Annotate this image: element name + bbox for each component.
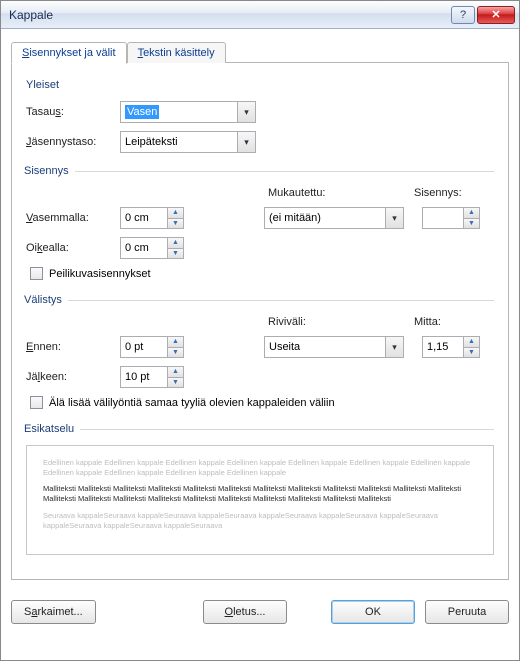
- by-spinner[interactable]: ▲▼: [422, 207, 480, 229]
- group-spacing: Välistys Riviväli: Mitta: Ennen: 0 pt ▲▼…: [26, 294, 494, 411]
- group-preview-label: Esikatselu: [24, 423, 80, 435]
- spin-down-icon[interactable]: ▼: [168, 348, 183, 358]
- after-spinner[interactable]: 10 pt ▲▼: [120, 366, 184, 388]
- mirror-indents-label: Peilikuvasisennykset: [49, 268, 151, 280]
- cancel-button[interactable]: Peruuta: [425, 600, 509, 624]
- outline-value: Leipäteksti: [125, 136, 178, 148]
- spin-up-icon[interactable]: ▲: [168, 208, 183, 219]
- spin-down-icon[interactable]: ▼: [464, 219, 479, 229]
- alignment-value: Vasen: [125, 105, 159, 119]
- at-spinner[interactable]: 1,15 ▲▼: [422, 336, 480, 358]
- mirror-indents-checkbox[interactable]: [30, 267, 43, 280]
- by-label: Sisennys:: [414, 187, 462, 199]
- right-indent-label: Oikealla:: [26, 242, 114, 254]
- at-label: Mitta:: [414, 316, 441, 328]
- outline-dropdown[interactable]: Leipäteksti ▾: [120, 131, 256, 153]
- tabs-button[interactable]: Sarkaimet...: [11, 600, 96, 624]
- alignment-dropdown[interactable]: Vasen ▾: [120, 101, 256, 123]
- group-indent-label: Sisennys: [24, 165, 75, 177]
- group-preview: Esikatselu Edellinen kappale Edellinen k…: [26, 423, 494, 555]
- chevron-down-icon[interactable]: ▾: [237, 102, 255, 122]
- before-spinner[interactable]: 0 pt ▲▼: [120, 336, 184, 358]
- outline-label: Jäsennystaso:: [26, 136, 114, 148]
- spin-down-icon[interactable]: ▼: [464, 348, 479, 358]
- dialog-body: Sisennykset ja välit Tekstin käsittely Y…: [1, 29, 519, 590]
- group-spacing-label: Välistys: [24, 294, 68, 306]
- spin-up-icon[interactable]: ▲: [464, 208, 479, 219]
- preview-box: Edellinen kappale Edellinen kappale Edel…: [26, 445, 494, 555]
- right-indent-spinner[interactable]: 0 cm ▲▼: [120, 237, 184, 259]
- chevron-down-icon[interactable]: ▾: [385, 208, 403, 228]
- spin-down-icon[interactable]: ▼: [168, 219, 183, 229]
- line-spacing-label: Riviväli:: [268, 316, 414, 328]
- window-title: Kappale: [9, 8, 449, 22]
- help-button[interactable]: ?: [451, 6, 475, 24]
- preview-body-text: Malliteksti Malliteksti Malliteksti Mall…: [43, 484, 477, 504]
- default-button[interactable]: Oletus...: [203, 600, 287, 624]
- spin-up-icon[interactable]: ▲: [168, 337, 183, 348]
- after-label: Jälkeen:: [26, 371, 114, 383]
- spin-up-icon[interactable]: ▲: [464, 337, 479, 348]
- tab-page: Yleiset Tasaus: Vasen ▾ Jäsennystaso: Le…: [11, 63, 509, 580]
- no-space-same-style-checkbox[interactable]: [30, 396, 43, 409]
- titlebar: Kappale ? ✕: [1, 1, 519, 29]
- no-space-same-style-label: Älä lisää välilyöntiä samaa tyyliä olevi…: [49, 397, 335, 409]
- preview-next-text: Seuraava kappaleSeuraava kappaleSeuraava…: [43, 511, 477, 531]
- special-label: Mukautettu:: [268, 187, 414, 199]
- preview-prev-text: Edellinen kappale Edellinen kappale Edel…: [43, 458, 477, 478]
- spin-up-icon[interactable]: ▲: [168, 238, 183, 249]
- group-indent: Sisennys Mukautettu: Sisennys: Vasemmall…: [26, 165, 494, 282]
- alignment-label: Tasaus:: [26, 106, 114, 118]
- line-spacing-dropdown[interactable]: Useita ▾: [264, 336, 404, 358]
- special-dropdown[interactable]: (ei mitään) ▾: [264, 207, 404, 229]
- tab-text-flow[interactable]: Tekstin käsittely: [127, 42, 226, 63]
- chevron-down-icon[interactable]: ▾: [385, 337, 403, 357]
- left-indent-spinner[interactable]: 0 cm ▲▼: [120, 207, 184, 229]
- spin-down-icon[interactable]: ▼: [168, 378, 183, 388]
- tab-indent-spacing[interactable]: Sisennykset ja välit: [11, 42, 127, 64]
- chevron-down-icon[interactable]: ▾: [237, 132, 255, 152]
- close-button[interactable]: ✕: [477, 6, 515, 24]
- before-label: Ennen:: [26, 341, 114, 353]
- button-bar: Sarkaimet... Oletus... OK Peruuta: [1, 590, 519, 636]
- spin-up-icon[interactable]: ▲: [168, 367, 183, 378]
- left-indent-label: Vasemmalla:: [26, 212, 114, 224]
- ok-button[interactable]: OK: [331, 600, 415, 624]
- tab-row: Sisennykset ja välit Tekstin käsittely: [11, 37, 509, 63]
- spin-down-icon[interactable]: ▼: [168, 249, 183, 259]
- group-general-label: Yleiset: [26, 79, 494, 91]
